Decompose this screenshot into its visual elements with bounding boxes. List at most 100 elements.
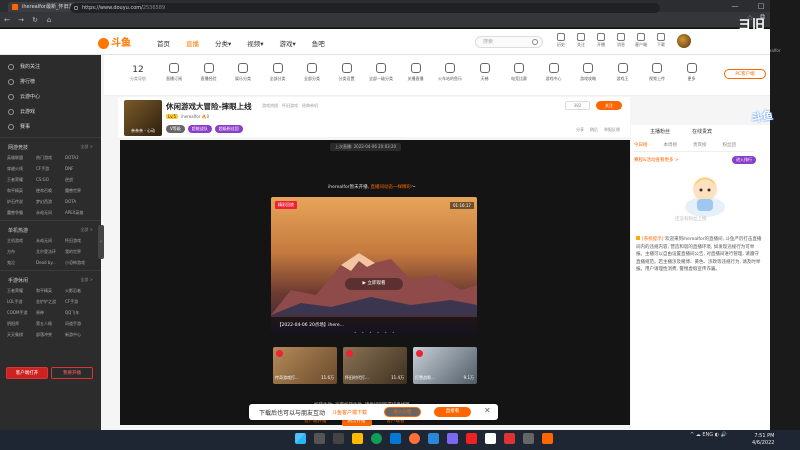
category-item[interactable]: 电竞比赛 bbox=[505, 63, 533, 82]
category-item[interactable]: 全部分类 bbox=[264, 63, 292, 82]
sidebar-game-link[interactable]: 王者荣耀 bbox=[7, 175, 36, 184]
sidebar-game-link[interactable]: 魔兽世界 bbox=[65, 186, 94, 195]
nav-category[interactable]: 分类▾ bbox=[215, 38, 231, 48]
sidebar-item-esports[interactable]: 赛事 bbox=[0, 119, 101, 134]
minimize-button[interactable]: — bbox=[722, 0, 748, 12]
sidebar-game-link[interactable]: 炉石传说 bbox=[7, 197, 36, 206]
edge-icon[interactable] bbox=[390, 433, 401, 444]
sidebar-game-link[interactable]: 我的世界 bbox=[65, 247, 94, 256]
sidebar-game-link[interactable]: 逆战 bbox=[65, 175, 94, 184]
nav-live[interactable]: 直播 bbox=[186, 38, 199, 48]
search-input[interactable]: 搜索 bbox=[475, 36, 543, 48]
sidebar-game-link[interactable]: 英雄联盟 bbox=[7, 153, 36, 162]
nav-video[interactable]: 视频▾ bbox=[247, 38, 263, 48]
category-item[interactable]: 娱乐分类 bbox=[229, 63, 257, 82]
sidebar-game-link[interactable]: 火影忍者 bbox=[65, 286, 94, 295]
tab-vip[interactable]: 在线贵宾 bbox=[692, 129, 712, 135]
category-item[interactable]: 分类设置 bbox=[333, 63, 361, 82]
schedule-more-link[interactable]: 赛程&活动查看更多 > bbox=[634, 157, 679, 163]
category-item[interactable]: 全部一级分类 bbox=[367, 63, 395, 82]
sidebar-game-link[interactable]: 使命召唤 bbox=[36, 186, 65, 195]
client-button[interactable]: 客户端 bbox=[632, 33, 650, 48]
streamer-avatar[interactable]: 亲亲亲 - 心动 bbox=[124, 100, 162, 136]
video-thumbnail[interactable]: 传奇游戏打... 11.6万 bbox=[273, 347, 337, 384]
replay-video-card[interactable] bbox=[271, 197, 477, 335]
nav-yuba[interactable]: 鱼吧 bbox=[312, 38, 325, 48]
system-tray[interactable]: ^ ☁ ENG ◐ 🔊 bbox=[690, 432, 727, 438]
banner-link[interactable]: 斗鱼客户端下载 bbox=[332, 409, 367, 416]
sidebar-item-cloud-center[interactable]: 云游中心 bbox=[0, 89, 101, 104]
sidebar-game-link[interactable]: QQ飞车 bbox=[65, 308, 94, 317]
category-item[interactable]: 更多 bbox=[678, 63, 706, 82]
sidebar-game-link[interactable]: 问道手游 bbox=[65, 319, 94, 328]
room-tag[interactable]: 游戏热搜 bbox=[262, 103, 278, 108]
open-client-button[interactable]: 客户端打开 bbox=[6, 367, 48, 379]
badge-team[interactable]: 超能战队 bbox=[187, 125, 212, 133]
host-name[interactable]: iherealfor bbox=[181, 114, 200, 119]
sidebar-item-follow[interactable]: 我的关注 bbox=[0, 59, 101, 74]
douyu-app-icon[interactable] bbox=[542, 433, 553, 444]
category-item[interactable]: 直播订阅 bbox=[160, 63, 188, 82]
history-button[interactable]: 历史 bbox=[552, 33, 570, 48]
pc-client-button[interactable]: PC客户端 bbox=[724, 69, 766, 79]
sidebar-game-link[interactable]: 小恐怖游戏 bbox=[65, 258, 94, 267]
search-icon[interactable] bbox=[314, 433, 325, 444]
category-item[interactable]: 视频上传 bbox=[643, 63, 671, 82]
search-icon[interactable] bbox=[532, 39, 538, 45]
video-thumbnail[interactable]: 怀旧时代打... 11.4万 bbox=[343, 347, 407, 384]
enter-rank-button[interactable]: 进入排行 bbox=[732, 156, 756, 164]
banner-miniapp-button[interactable]: 进入小程 bbox=[384, 407, 421, 417]
offline-link[interactable]: 直播间动态一样精彩 bbox=[370, 185, 411, 190]
message-button[interactable]: 消息 bbox=[612, 33, 630, 48]
start-stream-button[interactable]: 我要开播 bbox=[51, 367, 93, 379]
app-icon[interactable] bbox=[447, 433, 458, 444]
file-explorer-icon[interactable] bbox=[352, 433, 363, 444]
sidebar-game-link[interactable]: CF手游 bbox=[36, 164, 65, 173]
sidebar-game-link[interactable]: 部落冲突 bbox=[36, 330, 65, 339]
task-view-icon[interactable] bbox=[333, 433, 344, 444]
sidebar-game-link[interactable]: Dead by... bbox=[36, 258, 65, 267]
category-item[interactable]: 游戏攻略 bbox=[574, 63, 602, 82]
tab-fans[interactable]: 主播粉丝 bbox=[650, 129, 670, 135]
user-avatar[interactable] bbox=[677, 34, 691, 48]
obs-icon[interactable] bbox=[504, 433, 515, 444]
sidebar-game-link[interactable]: 主机游戏 bbox=[7, 236, 36, 245]
category-item[interactable]: 直播经验 bbox=[195, 63, 223, 82]
back-icon[interactable]: ← bbox=[0, 16, 14, 24]
category-count[interactable]: 12 分类导航 bbox=[128, 65, 148, 82]
sidebar-game-link[interactable]: 永劫无间 bbox=[36, 236, 65, 245]
youtube-icon[interactable] bbox=[466, 433, 477, 444]
sidebar-game-link[interactable]: CS:GO bbox=[36, 175, 65, 184]
sidebar-game-link[interactable]: CF手游 bbox=[65, 297, 94, 306]
sidebar-game-link[interactable]: DOTA bbox=[65, 197, 94, 206]
nav-games[interactable]: 游戏▾ bbox=[280, 38, 296, 48]
sidebar-item-rank[interactable]: 排行榜 bbox=[0, 74, 101, 89]
tab-fanclub[interactable]: 粉丝团 bbox=[723, 143, 737, 148]
broadcast-button[interactable]: 开播 bbox=[592, 33, 610, 48]
sidebar-game-link[interactable]: 和平精英 bbox=[36, 286, 65, 295]
sidebar-game-link[interactable]: 热门游戏 bbox=[36, 153, 65, 162]
sidebar-game-link[interactable]: CODM手游 bbox=[7, 308, 36, 317]
sidebar-game-link[interactable]: 怀旧游戏 bbox=[65, 236, 94, 245]
follow-button[interactable]: 关注 bbox=[596, 101, 622, 110]
sidebar-game-link[interactable]: 阴阳师 bbox=[7, 319, 36, 328]
tab-today[interactable]: 今日榜 bbox=[634, 143, 648, 148]
sidebar-game-link[interactable]: 第五人格 bbox=[36, 319, 65, 328]
sidebar-game-link[interactable]: 方舟 bbox=[7, 247, 36, 256]
sidebar-game-link[interactable]: DNF bbox=[65, 164, 94, 173]
sidebar-game-link[interactable]: 梦幻西游 bbox=[36, 197, 65, 206]
douyu-logo[interactable]: 斗鱼 bbox=[98, 34, 131, 49]
share-button[interactable]: 分享 bbox=[576, 127, 584, 132]
sidebar-game-link[interactable]: 魔兽争霸 bbox=[7, 208, 36, 217]
report-button[interactable]: 举报反馈 bbox=[604, 127, 620, 132]
sidebar-game-link[interactable]: DOTA2 bbox=[65, 153, 94, 162]
tab-vip-rank[interactable]: 贵宾榜 bbox=[693, 143, 707, 148]
sidebar-game-link[interactable]: APEX英雄 bbox=[65, 208, 94, 217]
firefox-icon[interactable] bbox=[409, 433, 420, 444]
sidebar-game-link[interactable]: 金铲铲之战 bbox=[36, 297, 65, 306]
later-button[interactable]: 稍后 bbox=[590, 127, 598, 132]
sidebar-game-link[interactable]: 王者荣耀 bbox=[7, 286, 36, 295]
category-item[interactable]: 游戏王 bbox=[609, 63, 637, 82]
forward-icon[interactable]: → bbox=[14, 16, 28, 24]
notepad-icon[interactable] bbox=[485, 433, 496, 444]
